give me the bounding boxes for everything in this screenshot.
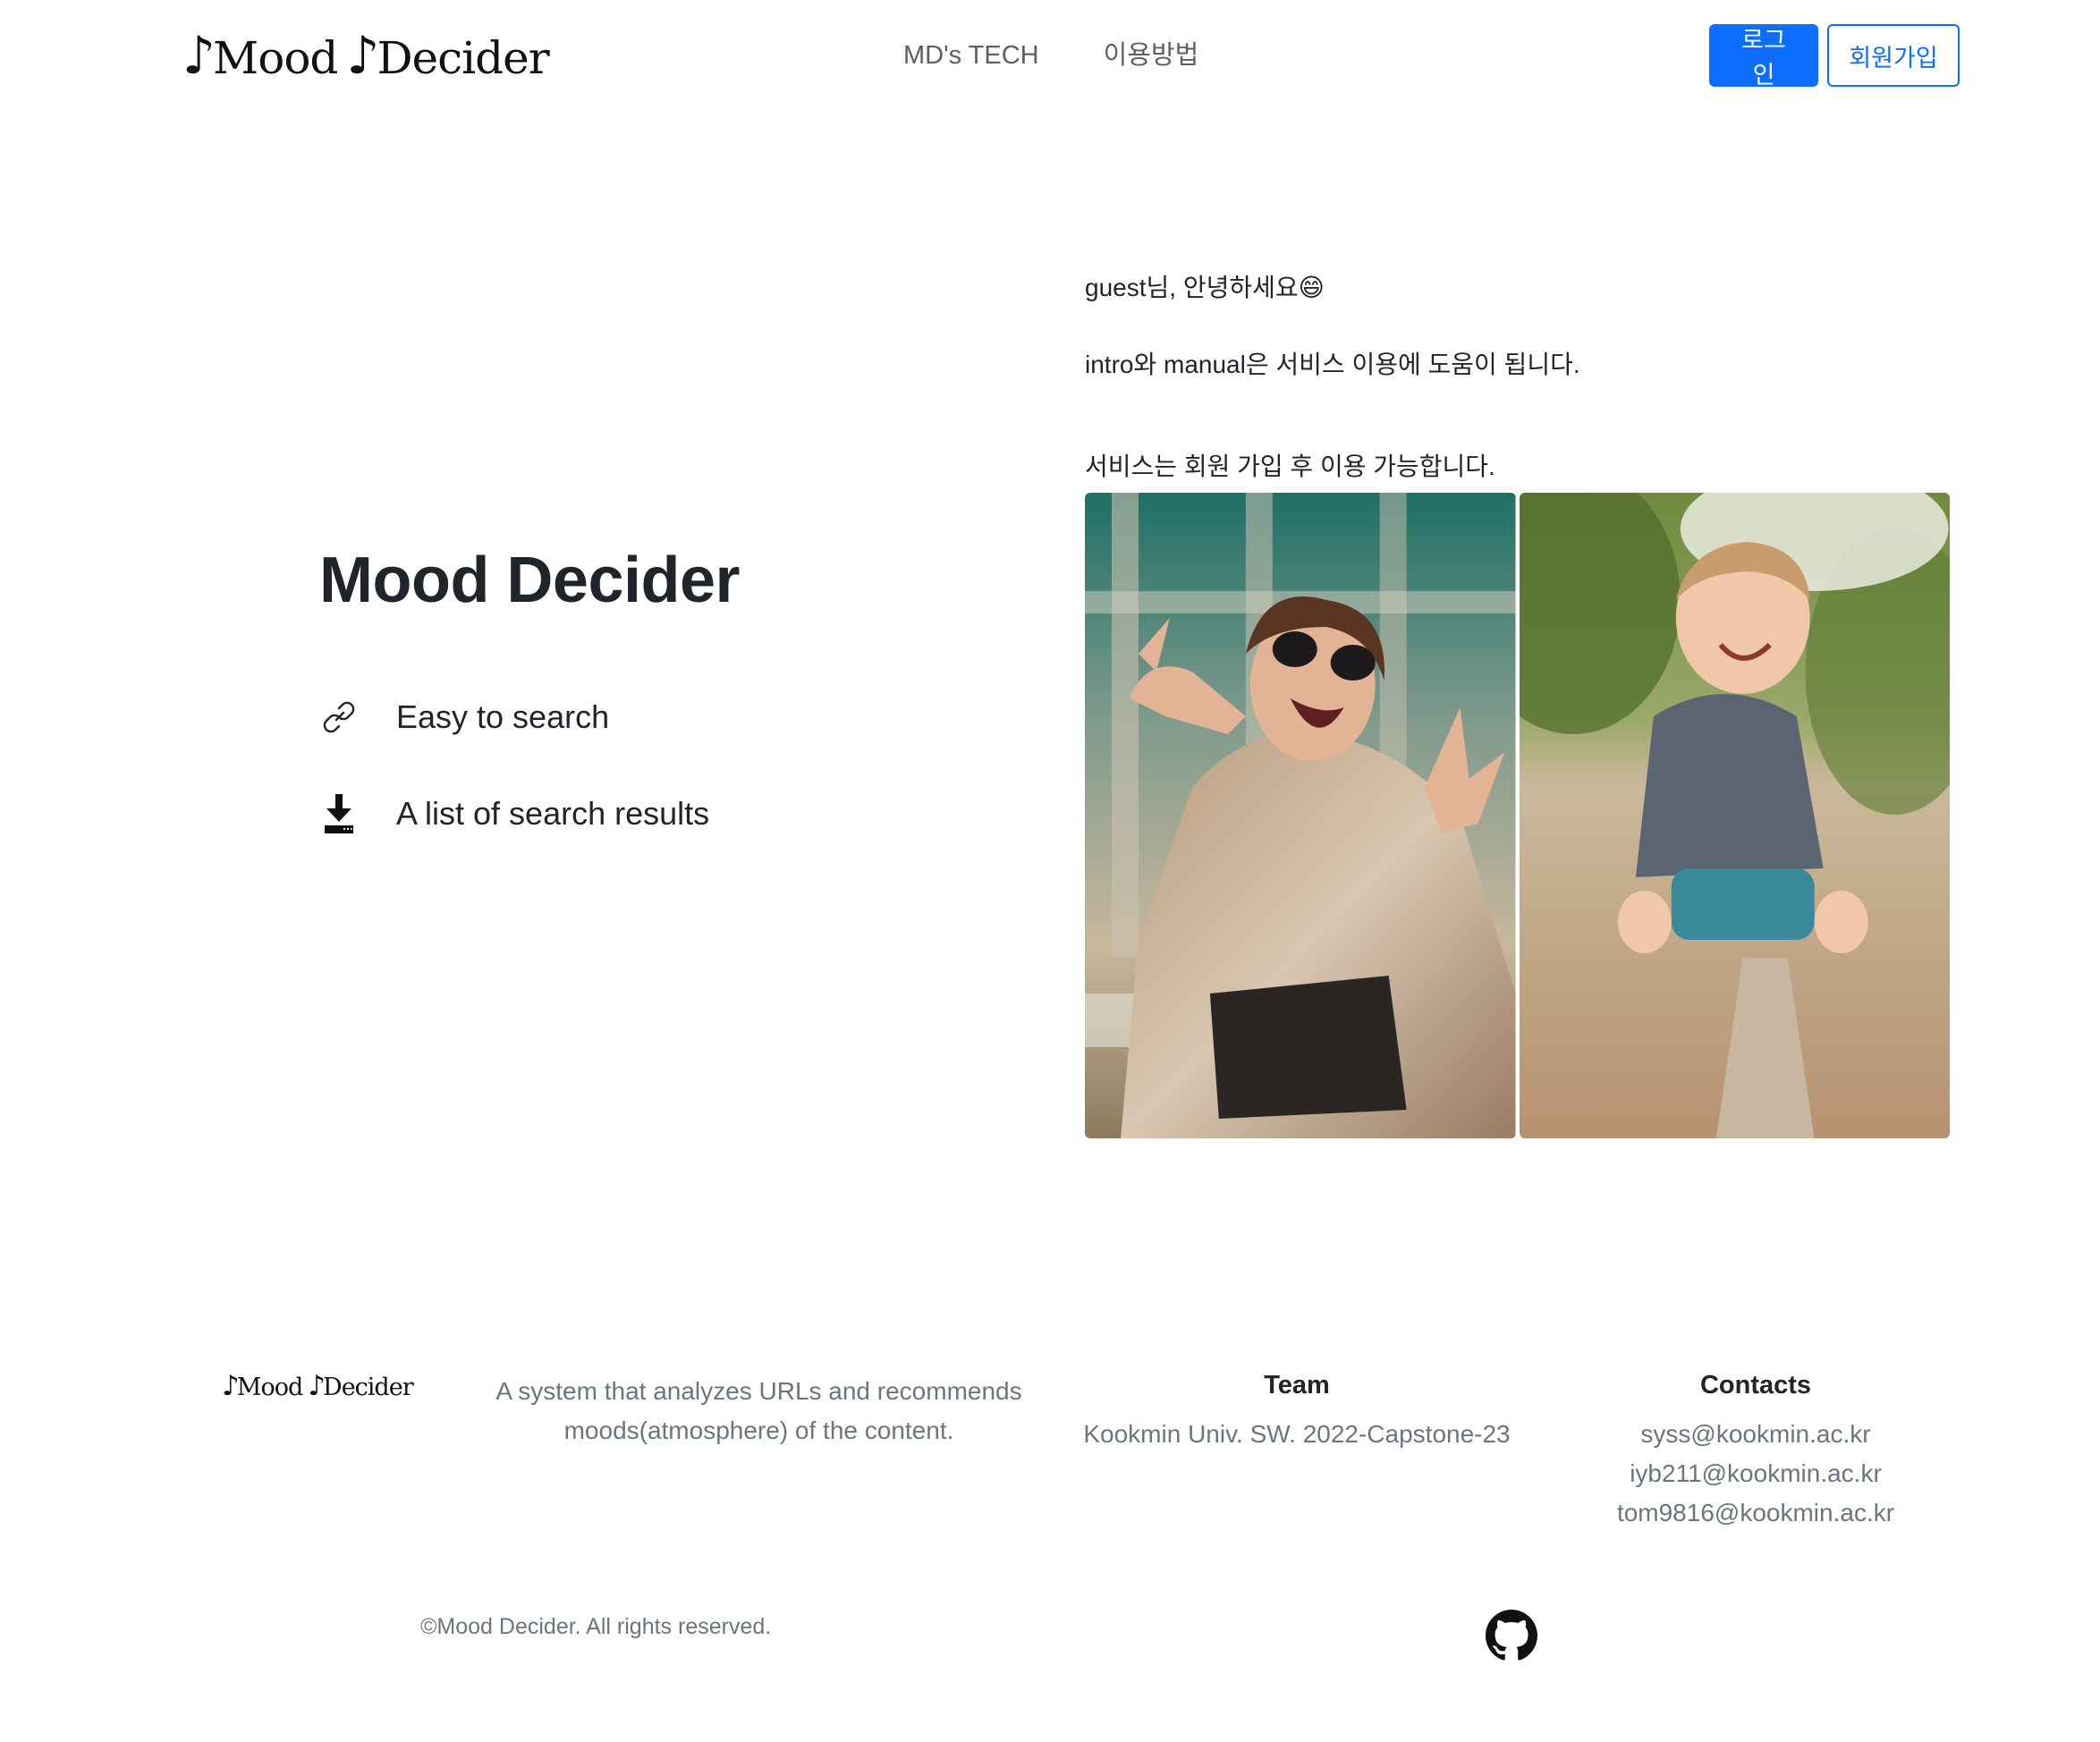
nav-item-mds-tech[interactable]: MD's TECH: [903, 38, 1039, 73]
copyright-text: ©Mood Decider. All rights reserved.: [420, 1614, 772, 1639]
team-text: Kookmin Univ. SW. 2022-Capstone-23: [1083, 1420, 1511, 1448]
contact-email[interactable]: iyb211@kookmin.ac.kr: [1574, 1454, 1937, 1493]
photo-child-seesaw: [1519, 493, 1950, 1138]
music-note-icon: ♪: [346, 24, 379, 86]
footer-team: Team Kookmin Univ. SW. 2022-Capstone-23: [1082, 1371, 1511, 1454]
page: ♪ Mood ♪ Decider MD's TECH 이용방법 로그인 회원가입 Mo…: [0, 0, 2100, 1742]
signup-button[interactable]: 회원가입: [1827, 24, 1960, 87]
footer-logo[interactable]: ♪ Mood ♪ Decider: [222, 1370, 414, 1402]
contacts-heading: Contacts: [1699, 1371, 1812, 1400]
footer-logo-text: ♪ Mood ♪ Decider: [222, 1370, 414, 1402]
login-button[interactable]: 로그인: [1709, 24, 1818, 89]
logo-text: ♪ Mood ♪ Decider: [182, 24, 550, 86]
footer-contacts: Contacts syss@kookmin.ac.kr iyb211@kookm…: [1574, 1371, 1937, 1533]
site-logo[interactable]: ♪ Mood ♪ Decider: [182, 24, 550, 88]
signup-notice: 서비스는 회원 가입 후 이용 가능합니다.: [1085, 452, 1495, 480]
hero-title: Mood Decider: [319, 545, 741, 616]
feature-item: A list of search results: [319, 794, 709, 833]
feature-label: Easy to search: [396, 698, 610, 735]
main-nav: MD's TECH 이용방법: [903, 38, 1198, 73]
team-heading: Team: [1264, 1371, 1330, 1400]
footer-description: A system that analyzes URLs and recommen…: [495, 1377, 1022, 1444]
contact-email[interactable]: tom9816@kookmin.ac.kr: [1574, 1493, 1937, 1533]
github-icon[interactable]: [1486, 1610, 1537, 1662]
music-note-icon: ♪: [182, 24, 216, 86]
nav-item-how-to-use[interactable]: 이용방법: [1104, 38, 1199, 73]
link-icon: [319, 698, 359, 737]
auth-buttons: 로그인 회원가입: [1709, 24, 1960, 89]
greeting-text: guest님, 안녕하세요😄: [1085, 274, 1325, 301]
contact-email[interactable]: syss@kookmin.ac.kr: [1574, 1415, 1937, 1454]
feature-item: Easy to search: [319, 698, 609, 737]
feature-label: A list of search results: [396, 795, 710, 832]
intro-text: intro와 manual은 서비스 이용에 도움이 됩니다.: [1085, 351, 1580, 378]
photo-woman-peace-sign: [1085, 493, 1516, 1138]
download-icon: [319, 794, 359, 833]
hero-photos: [1085, 493, 1950, 1138]
